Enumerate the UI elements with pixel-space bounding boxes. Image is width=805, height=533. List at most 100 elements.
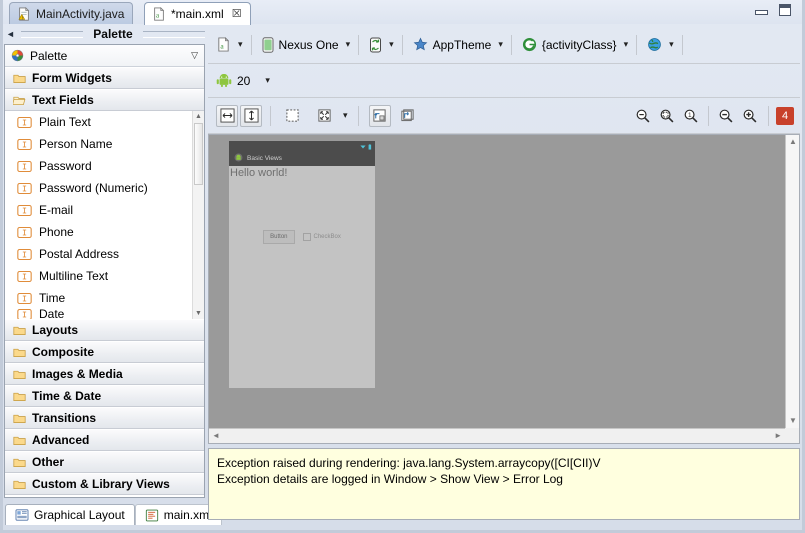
palette-item-label: Plain Text [39,115,91,129]
palette-item[interactable]: E-mail [5,199,204,221]
folder-closed-icon [13,413,26,424]
api-level-toolbar: 20 ▾ [208,64,800,98]
canvas-horizontal-scrollbar[interactable]: ◄ ► [209,428,785,443]
include-layout-icon [401,109,414,122]
error-count-badge[interactable]: 4 [776,106,794,125]
device-selector[interactable]: Nexus One ▾ [254,32,357,58]
palette-view-titlebar: ◄ Palette [4,26,205,42]
zoom-fit-button[interactable] [656,105,678,127]
window-border-left [0,0,3,533]
editor-tab-main-xml[interactable]: a *main.xml ☒ [144,2,251,25]
editor-tab-mainactivity-java[interactable]: ! MainActivity.java [9,2,134,24]
scroll-down-icon[interactable]: ▼ [194,309,203,318]
toggle-width-fill-button[interactable] [216,104,238,127]
palette-category-label: Composite [32,345,95,359]
scroll-right-icon[interactable]: ► [774,432,782,440]
palette-category-transitions[interactable]: Transitions [5,407,204,429]
palette-selector[interactable]: Palette ▽ [5,45,204,67]
scroll-up-icon[interactable]: ▲ [789,138,797,146]
scroll-left-icon[interactable]: ◄ [212,432,220,440]
tab-graphical-layout[interactable]: Graphical Layout [5,504,135,525]
palette-category-advanced[interactable]: Advanced [5,429,204,451]
palette-item-list[interactable]: Plain Text Person Name Password Password… [5,111,204,319]
palette-category-text-fields[interactable]: Text Fields [5,89,204,111]
theme-selector[interactable]: AppTheme ▾ [405,32,509,58]
java-file-icon: ! [17,6,31,21]
render-error-panel[interactable]: Exception raised during rendering: java.… [208,448,800,520]
palette-view-title: Palette [93,27,133,41]
activity-class-icon [522,37,537,52]
device-phone-icon [262,36,274,53]
palette-item[interactable]: Time [5,287,204,309]
canvas-viewport[interactable]: Basic Views Hello world! Button CheckBox [209,135,785,428]
locale-selector[interactable]: ▾ [639,32,680,58]
palette-item-label: Postal Address [39,247,120,261]
palette-item[interactable]: Plain Text [5,111,204,133]
chevron-down-icon[interactable]: ▾ [265,75,270,86]
text-field-icon [17,160,32,173]
collapse-arrow-icon[interactable]: ◄ [6,29,15,39]
zoom-out-button[interactable] [715,105,737,127]
show-outlines-button[interactable] [281,105,303,127]
chevron-down-icon[interactable]: ▽ [191,50,198,61]
zoom-out-fit-button[interactable] [632,105,654,127]
chevron-down-icon[interactable]: ▾ [238,39,243,50]
scroll-down-icon[interactable]: ▼ [789,417,797,425]
toggle-height-fill-button[interactable] [240,104,262,127]
zoom-in-button[interactable] [739,105,761,127]
palette-category-custom-library-views[interactable]: Custom & Library Views [5,473,204,495]
distribute-button[interactable] [313,105,335,127]
arrows-vertical-icon [243,108,259,123]
palette-category-composite[interactable]: Composite [5,341,204,363]
chevron-down-icon[interactable]: ▾ [389,39,394,50]
palette-item-label: Time [39,291,66,305]
chevron-down-icon[interactable]: ▾ [346,39,351,50]
expand-arrows-icon [317,109,331,122]
zoom-fit-icon [660,109,674,122]
palette-category-images-media[interactable]: Images & Media [5,363,204,385]
palette-item[interactable]: Password [5,155,204,177]
activity-selector[interactable]: {activityClass} ▾ [514,32,634,58]
editor-bottom-tabs: Graphical Layout main.xml [5,503,222,525]
device-content[interactable]: Hello world! Button CheckBox [229,166,375,388]
device-preview[interactable]: Basic Views Hello world! Button CheckBox [229,141,375,388]
palette-item-label: Password (Numeric) [39,181,148,195]
palette-item[interactable]: Password (Numeric) [5,177,204,199]
canvas-vertical-scrollbar[interactable]: ▲ ▼ [785,135,799,428]
include-layout-button[interactable] [397,105,419,127]
chevron-down-icon[interactable]: ▾ [343,110,348,121]
palette-item[interactable]: Person Name [5,133,204,155]
palette-item[interactable]: Phone [5,221,204,243]
chevron-down-icon[interactable]: ▾ [498,39,503,50]
render-error-line-2: Exception details are logged in Window >… [217,472,563,486]
palette-item[interactable]: Date [5,309,204,319]
zoom-actual-size-button[interactable]: 1 [680,105,702,127]
palette-category-time-date[interactable]: Time & Date [5,385,204,407]
minimize-button[interactable] [754,4,768,16]
palette-item-label: Date [39,309,65,319]
scroll-up-icon[interactable]: ▲ [194,112,203,121]
palette-category-label: Time & Date [32,389,102,403]
scrollbar-thumb[interactable] [194,123,203,185]
hello-world-textview[interactable]: Hello world! [230,167,287,179]
preview-button[interactable]: Button [263,230,295,244]
orientation-selector[interactable]: ▾ [361,32,400,58]
toolbar-separator [681,34,683,55]
chevron-down-icon[interactable]: ▾ [624,39,629,50]
configuration-toolbar: a ▾ Nexus One ▾ ▾ AppTheme ▾ {activityCl… [208,26,800,64]
palette-category-form-widgets[interactable]: Form Widgets [5,67,204,89]
chevron-down-icon[interactable]: ▾ [669,39,674,50]
palette-item[interactable]: Postal Address [5,243,204,265]
palette-list-scrollbar[interactable]: ▲ ▼ [192,111,204,319]
palette-category-layouts[interactable]: Layouts [5,319,204,341]
config-chooser-button[interactable]: a ▾ [208,32,249,58]
palette-category-other[interactable]: Other [5,451,204,473]
refresh-render-button[interactable] [368,104,391,127]
maximize-button[interactable] [778,4,792,16]
text-field-icon [17,248,32,261]
palette-item[interactable]: Multiline Text [5,265,204,287]
design-canvas[interactable]: Basic Views Hello world! Button CheckBox [208,134,800,444]
preview-checkbox[interactable]: CheckBox [302,233,341,241]
api-level-selector[interactable]: 20 ▾ [208,68,276,94]
xml-source-icon [145,509,159,522]
